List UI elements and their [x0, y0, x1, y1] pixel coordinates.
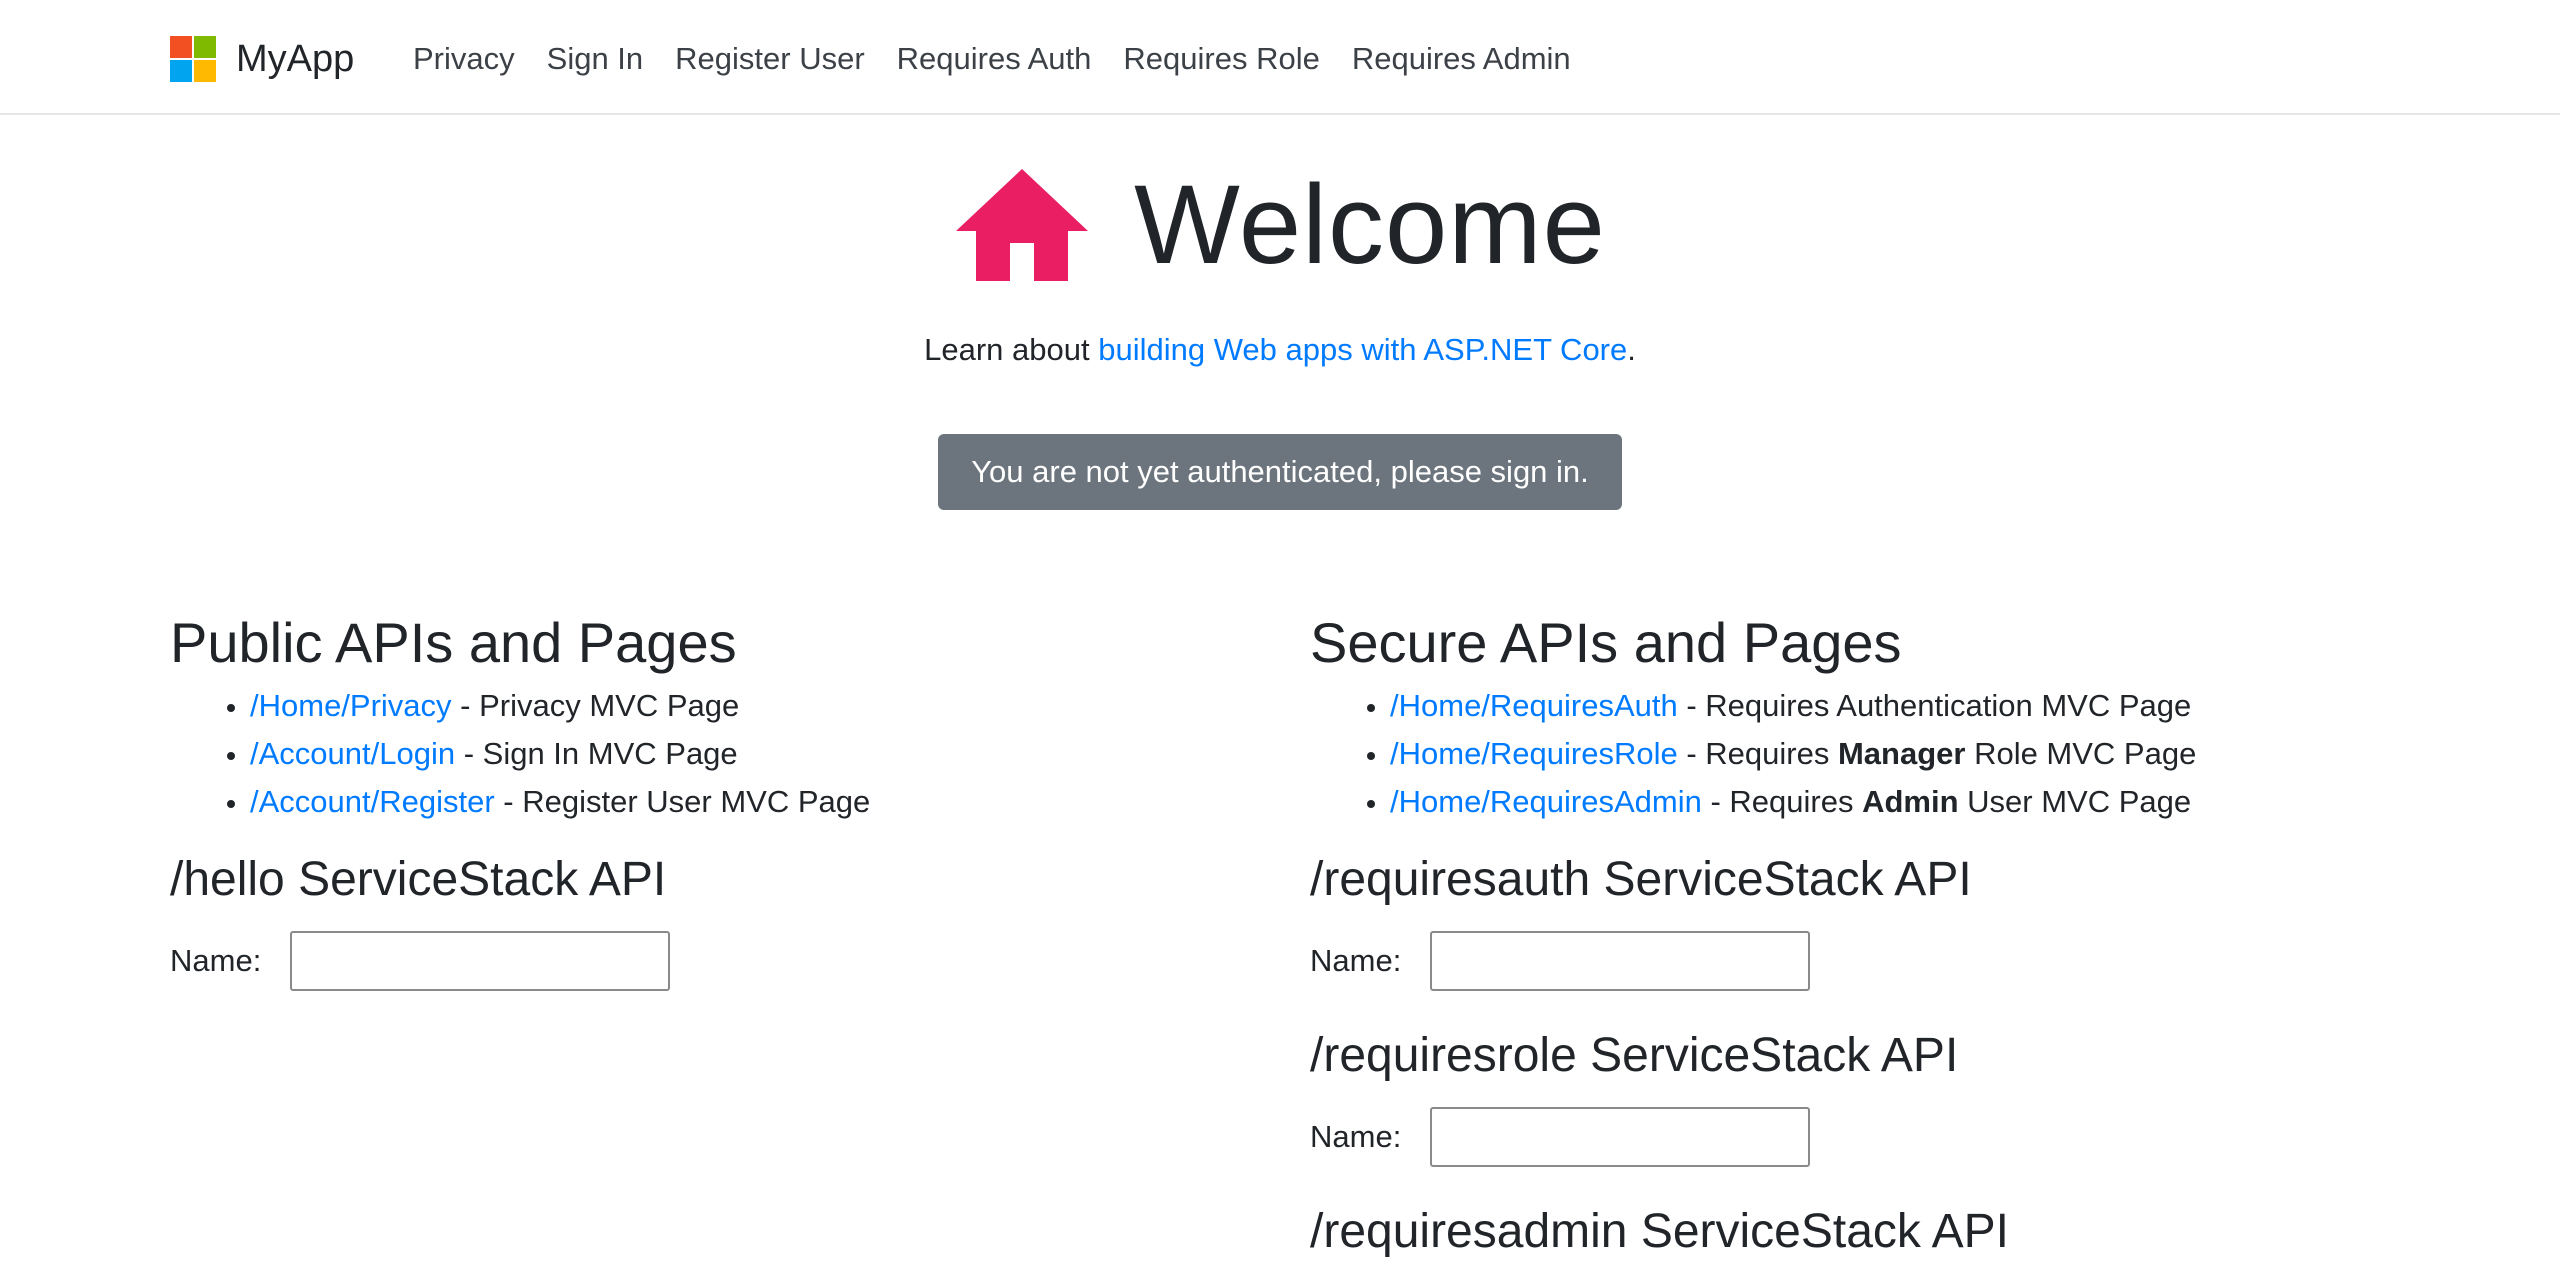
requiresauth-name-input[interactable]	[1430, 931, 1810, 991]
public-links-list: /Home/Privacy - Privacy MVC Page /Accoun…	[170, 682, 1270, 826]
link-description: - Sign In MVC Page	[455, 736, 738, 771]
public-section-title: Public APIs and Pages	[170, 611, 737, 674]
requires-admin-link[interactable]: /Home/RequiresAdmin	[1390, 784, 1702, 819]
requiresauth-name-row: Name:	[1310, 930, 2460, 992]
page-title: Welcome	[1134, 162, 1606, 287]
requires-auth-link[interactable]: /Home/RequiresAuth	[1390, 688, 1678, 723]
link-description-bold: Admin	[1862, 784, 1959, 819]
auth-status-alert: You are not yet authenticated, please si…	[938, 434, 1622, 510]
requiresauth-name-label: Name:	[1310, 943, 1402, 978]
requiresrole-name-input[interactable]	[1430, 1107, 1810, 1167]
link-description: - Requires	[1701, 784, 1863, 819]
nav-link-register-user[interactable]: Register User	[659, 36, 881, 82]
secure-links-list: /Home/RequiresAuth - Requires Authentica…	[1310, 682, 2460, 826]
list-item: /Account/Login - Sign In MVC Page	[250, 730, 1270, 778]
learn-about-text: Learn about building Web apps with ASP.N…	[0, 328, 2560, 372]
account-register-link[interactable]: /Account/Register	[250, 784, 495, 819]
nav-links: Privacy Sign In Register User Requires A…	[397, 36, 1587, 82]
list-item: /Account/Register - Register User MVC Pa…	[250, 778, 1270, 826]
learn-prefix: Learn about	[924, 332, 1099, 367]
list-item: /Home/RequiresAdmin - Requires Admin Use…	[1390, 778, 2460, 826]
nav-link-privacy[interactable]: Privacy	[397, 36, 531, 82]
link-description-bold: Manager	[1837, 736, 1966, 771]
public-section: Public APIs and Pages /Home/Privacy - Pr…	[170, 608, 1270, 992]
hello-name-row: Name:	[170, 930, 1270, 992]
secure-section: Secure APIs and Pages /Home/RequiresAuth…	[1310, 608, 2460, 1262]
link-description: - Privacy MVC Page	[451, 688, 740, 723]
link-description: - Requires	[1677, 736, 1838, 771]
account-login-link[interactable]: /Account/Login	[250, 736, 455, 771]
list-item: /Home/Privacy - Privacy MVC Page	[250, 682, 1270, 730]
nav-link-requires-admin[interactable]: Requires Admin	[1336, 36, 1587, 82]
hello-api-title: /hello ServiceStack API	[170, 853, 667, 906]
home-privacy-link[interactable]: /Home/Privacy	[250, 688, 452, 723]
nav-link-requires-role[interactable]: Requires Role	[1107, 36, 1335, 82]
house-icon	[956, 169, 1089, 281]
hero-heading: Welcome	[0, 160, 2560, 290]
link-description: - Requires Authentication MVC Page	[1677, 688, 2192, 723]
link-description: Role MVC Page	[1965, 736, 2197, 771]
microsoft-logo-icon	[170, 36, 216, 82]
brand-link[interactable]: MyApp	[170, 36, 354, 82]
requiresauth-api-title: /requiresauth ServiceStack API	[1310, 853, 1972, 906]
requires-role-link[interactable]: /Home/RequiresRole	[1390, 736, 1678, 771]
learn-suffix: .	[1627, 332, 1636, 367]
requiresadmin-api-title: /requiresadmin ServiceStack API	[1310, 1205, 2009, 1258]
hello-name-input[interactable]	[290, 931, 670, 991]
secure-section-title: Secure APIs and Pages	[1310, 611, 1902, 674]
aspnet-docs-link[interactable]: building Web apps with ASP.NET Core	[1098, 332, 1627, 367]
requiresrole-name-label: Name:	[1310, 1119, 1402, 1154]
hello-name-label: Name:	[170, 943, 262, 978]
nav-link-sign-in[interactable]: Sign In	[531, 36, 660, 82]
nav-link-requires-auth[interactable]: Requires Auth	[881, 36, 1108, 82]
list-item: /Home/RequiresAuth - Requires Authentica…	[1390, 682, 2460, 730]
top-navbar: MyApp Privacy Sign In Register User Requ…	[0, 0, 2560, 115]
link-description: - Register User MVC Page	[494, 784, 871, 819]
requiresrole-name-row: Name:	[1310, 1106, 2460, 1168]
list-item: /Home/RequiresRole - Requires Manager Ro…	[1390, 730, 2460, 778]
link-description: User MVC Page	[1958, 784, 2192, 819]
brand-name: MyApp	[236, 38, 355, 80]
requiresrole-api-title: /requiresrole ServiceStack API	[1310, 1029, 1959, 1082]
